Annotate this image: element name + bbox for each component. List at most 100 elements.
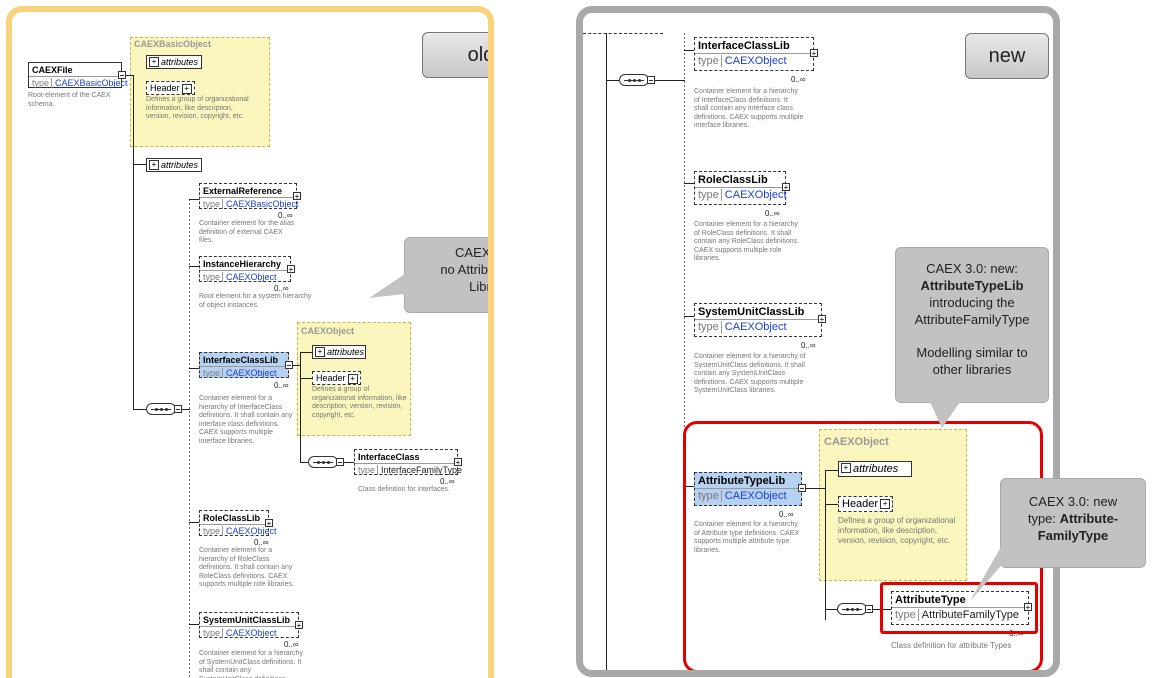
type-keyword: type: [203, 272, 221, 282]
system-unit-class-lib-name: SystemUnitClassLib: [203, 615, 291, 625]
attributes-node-3[interactable]: attributes: [312, 345, 366, 359]
instance-hierarchy-node[interactable]: InstanceHierarchy type CAEXObject: [199, 256, 291, 282]
callout-caex-3-0-type: CAEX 3.0: new type: Attribute- FamilyTyp…: [1000, 478, 1146, 568]
new-label: new: [965, 33, 1049, 79]
type-keyword: type: [698, 55, 719, 67]
callout-line-bold: Attribute-: [1059, 511, 1119, 526]
caex-object-title: CAEXObject: [301, 326, 355, 336]
callout-line: introducing the: [929, 295, 1015, 310]
system-unit-class-lib-description: Container element for a hierarchy of Sys…: [694, 353, 806, 394]
type-keyword: type: [203, 526, 221, 536]
callout-pointer: [369, 274, 405, 298]
type-keyword: type: [32, 78, 50, 88]
callout-line-bold: AttributeTypeLib: [920, 278, 1024, 293]
multiplicity: 0..∞: [765, 209, 780, 218]
type-keyword: type: [698, 189, 719, 201]
interface-class-lib-type: CAEXObject: [222, 368, 277, 378]
header-node-2[interactable]: Header: [312, 371, 361, 385]
expand-icon[interactable]: +: [265, 519, 273, 528]
attributes-node-2[interactable]: attributes: [146, 158, 202, 172]
multiplicity: 0..∞: [440, 477, 455, 486]
interface-class-lib-description: Container element for a hierarchy of Int…: [694, 88, 804, 129]
system-unit-class-lib-node[interactable]: SystemUnitClassLib type CAEXObject: [199, 612, 299, 638]
caexfile-description: Root-element of the CAEX schema.: [28, 92, 111, 108]
system-unit-class-lib-type: CAEXObject: [720, 321, 787, 333]
multiplicity: 0..∞: [791, 75, 806, 84]
role-class-lib-node[interactable]: RoleClassLib type CAEXObject: [199, 510, 277, 536]
expand-icon[interactable]: +: [295, 621, 303, 630]
type-keyword: type: [698, 321, 719, 333]
multiplicity: 0..∞: [274, 381, 289, 390]
collapse-icon[interactable]: [174, 405, 182, 413]
system-unit-class-lib-name: SystemUnitClassLib: [698, 306, 805, 318]
old-label: old: [422, 32, 488, 78]
interface-class-lib-description: Container element for a hierarchy of Int…: [199, 395, 293, 445]
collapse-icon[interactable]: [118, 71, 126, 79]
multiplicity: 0..∞: [254, 538, 269, 547]
expand-icon[interactable]: +: [293, 192, 301, 201]
callout-line: no Attribute Type: [440, 262, 489, 277]
header-node[interactable]: Header: [146, 81, 195, 95]
interface-class-lib-name: InterfaceClassLib: [698, 40, 790, 52]
external-reference-description: Container element for the alias definiti…: [199, 220, 295, 244]
sequence-icon: [308, 456, 338, 468]
system-unit-class-lib-node[interactable]: SystemUnitClassLib type CAEXObject: [694, 303, 822, 337]
attributes-node[interactable]: attributes: [146, 55, 202, 69]
interface-class-name: InterfaceClass: [358, 452, 420, 462]
caex-basic-object-title: CAEXBasicObject: [134, 39, 212, 49]
callout-caex-3-0-lib: CAEX 3.0: new: AttributeTypeLib introduc…: [895, 247, 1049, 403]
interface-class-description: Class definition for interfaces.: [358, 486, 450, 493]
external-reference-type: CAEXBasicObject: [222, 199, 299, 209]
role-class-lib-description: Container element for a hierarchy of Rol…: [199, 547, 294, 588]
multiplicity: 0..∞: [284, 640, 299, 649]
expand-icon[interactable]: +: [818, 315, 826, 324]
role-class-lib-node[interactable]: RoleClassLib type CAEXObject: [694, 171, 787, 205]
expand-icon[interactable]: +: [782, 183, 790, 192]
callout-line-bold: FamilyType: [1037, 528, 1109, 543]
callout-line: Modelling similar to: [916, 345, 1028, 360]
external-reference-node[interactable]: ExternalReference type CAEXBasicObject: [199, 183, 299, 209]
callout-pointer: [970, 545, 1014, 601]
collapse-icon[interactable]: [336, 458, 344, 466]
type-keyword: type: [358, 465, 376, 475]
interface-class-lib-node[interactable]: InterfaceClassLib type CAEXObject: [199, 352, 289, 378]
expand-icon[interactable]: +: [810, 49, 818, 58]
header-description: Defines a group of organizational inform…: [146, 96, 249, 120]
interface-class-type: InterfaceFamilyType: [377, 465, 463, 475]
external-reference-name: ExternalReference: [203, 186, 283, 196]
role-class-lib-name: RoleClassLib: [203, 513, 261, 523]
role-class-lib-description: Container element for a hierarchy of Rol…: [694, 221, 800, 262]
type-keyword: type: [203, 199, 221, 209]
interface-class-lib-type: CAEXObject: [720, 55, 787, 67]
callout-line-prefix: type:: [1027, 511, 1060, 526]
header-description-2: Defines a group of organizational inform…: [312, 386, 407, 419]
interface-class-lib-node[interactable]: InterfaceClassLib type CAEXObject: [694, 37, 814, 71]
caexfile-node[interactable]: CAEXFile type CAEXBasicObject: [28, 62, 128, 88]
callout-line: CAEX 2.15:: [455, 245, 491, 260]
old-schema-panel: CAEXBasicObject attributes Header Define…: [6, 6, 494, 678]
sequence-icon: [619, 74, 649, 86]
callout-line: CAEX 3.0: new:: [926, 261, 1018, 276]
instance-hierarchy-description: Root element for a system hierarchy of o…: [199, 293, 312, 309]
multiplicity: 0..∞: [278, 211, 293, 220]
callout-line: other libraries: [932, 362, 1012, 377]
multiplicity: 0..∞: [274, 284, 289, 293]
multiplicity: 0..∞: [801, 341, 816, 350]
system-unit-class-lib-type: CAEXObject: [222, 628, 277, 638]
system-unit-class-lib-description: Container element for a hierarchy of Sys…: [199, 650, 303, 678]
role-class-lib-name: RoleClassLib: [698, 174, 768, 186]
interface-class-node[interactable]: InterfaceClass type InterfaceFamilyType: [354, 449, 463, 475]
callout-line: AttributeFamilyType: [914, 312, 1030, 327]
callout-line: Library: [469, 279, 491, 294]
collapse-icon[interactable]: [285, 361, 293, 369]
expand-icon[interactable]: +: [454, 458, 462, 467]
caexfile-type: CAEXBasicObject: [51, 78, 128, 88]
instance-hierarchy-name: InstanceHierarchy: [203, 259, 282, 269]
collapse-icon[interactable]: [647, 76, 655, 84]
callout-caex-2-15: CAEX 2.15: no Attribute Type Library: [404, 237, 491, 313]
callout-line: CAEX 3.0: new: [1028, 494, 1118, 509]
type-keyword: type: [203, 368, 221, 378]
expand-icon[interactable]: +: [287, 265, 295, 274]
sequence-icon: [146, 403, 176, 415]
caexfile-name: CAEXFile: [32, 65, 73, 75]
